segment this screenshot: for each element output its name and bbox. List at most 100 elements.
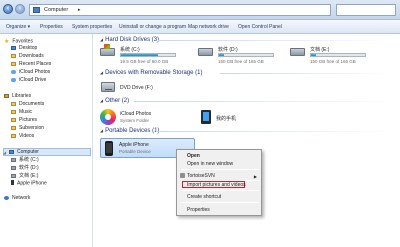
device-name: Apple iPhone (119, 142, 149, 148)
recent-places-icon (11, 61, 16, 66)
pictures-icon (11, 117, 16, 122)
forward-button[interactable]: › (15, 4, 25, 14)
group-removable-storage[interactable]: ◢ Devices with Removable Storage (1) (100, 70, 202, 76)
nav-computer[interactable]: ◢ Computer (3, 148, 91, 156)
collapse-arrow-icon[interactable]: ◢ (100, 128, 103, 133)
address-bar-region: ‹ › Computer ▸ (0, 0, 400, 20)
icloud-photos-icon[interactable] (100, 109, 116, 125)
nav-recent-places[interactable]: Recent Places (11, 61, 51, 67)
nav-icloud-drive[interactable]: iCloud Drive (11, 77, 46, 83)
navigation-pane: ★ Favorites Desktop Downloads Recent Plac… (0, 34, 93, 247)
menu-separator (181, 169, 259, 170)
drive-usage-bar (120, 53, 176, 57)
menu-tortoise-svn[interactable]: TortoiseSVN (187, 173, 215, 179)
breadcrumb-computer[interactable]: Computer (44, 7, 68, 13)
drive-size: 150 GB free of 165 GB (218, 59, 264, 64)
group-divider (156, 131, 394, 132)
search-input[interactable] (336, 4, 396, 16)
menu-separator (181, 202, 259, 203)
nav-drive-c[interactable]: 系统 (C:) (11, 156, 39, 163)
address-field[interactable]: Computer ▸ (29, 4, 331, 16)
drive-tile-e[interactable]: 文档 (E:) 150 GB free of 165 GB (290, 46, 380, 66)
my-phone-label[interactable]: 我的手机 (216, 115, 236, 122)
drive-icon (11, 157, 16, 162)
group-divider (220, 73, 394, 74)
drive-usage-bar (310, 53, 366, 57)
group-divider (134, 101, 394, 102)
nav-documents[interactable]: Documents (11, 101, 44, 107)
icloud-photos-icon (11, 69, 16, 74)
command-bar: Organize ▾ Properties System properties … (0, 20, 400, 34)
menu-open[interactable]: Open (187, 153, 200, 159)
drive-usage-fill (219, 54, 224, 56)
nav-downloads[interactable]: Downloads (11, 53, 44, 59)
group-portable-devices[interactable]: ◢ Portable Devices (1) (100, 128, 159, 134)
breadcrumb-separator[interactable]: ▸ (78, 7, 81, 13)
collapse-arrow-icon[interactable]: ◢ (100, 37, 103, 42)
downloads-icon (11, 53, 16, 58)
map-network-drive-button[interactable]: Map network drive (188, 24, 229, 30)
drive-name: 文档 (E:) (310, 47, 330, 53)
music-icon (11, 109, 16, 114)
nav-apple-iphone[interactable]: Apple iPhone (11, 180, 47, 187)
drive-tile-d[interactable]: 软件 (D:) 150 GB free of 165 GB (198, 46, 288, 66)
drive-icon (290, 48, 305, 56)
forward-arrow-icon: › (18, 5, 22, 12)
my-phone-icon[interactable] (201, 110, 211, 124)
system-drive-icon (100, 44, 115, 56)
group-divider (158, 40, 394, 41)
nav-favorites[interactable]: ★ Favorites (4, 38, 33, 46)
drive-usage-fill (311, 54, 316, 56)
nav-network[interactable]: Network (4, 195, 30, 201)
system-properties-button[interactable]: System properties (72, 24, 112, 30)
network-icon (4, 195, 9, 200)
desktop-icon (11, 45, 16, 50)
group-hard-disk-drives[interactable]: ◢ Hard Disk Drives (3) (100, 37, 159, 43)
star-icon: ★ (4, 39, 10, 45)
iphone-icon (105, 141, 113, 156)
collapse-arrow-icon[interactable]: ◢ (100, 70, 103, 75)
dvd-drive-icon[interactable] (101, 82, 115, 92)
menu-create-shortcut[interactable]: Create shortcut (187, 194, 221, 200)
drive-icon (11, 165, 16, 170)
properties-button[interactable]: Properties (40, 24, 63, 30)
drive-name: 软件 (D:) (218, 47, 238, 53)
nav-desktop[interactable]: Desktop (11, 45, 37, 51)
menu-separator (181, 190, 259, 191)
computer-icon (33, 7, 40, 13)
menu-import-pictures-videos[interactable]: Import pictures and videos (187, 182, 246, 188)
open-control-panel-button[interactable]: Open Control Panel (238, 24, 282, 30)
collapse-arrow-icon[interactable]: ◢ (100, 98, 103, 103)
collapse-arrow-icon[interactable]: ◢ (3, 150, 6, 155)
organize-button[interactable]: Organize ▾ (6, 24, 30, 30)
icloud-photos-label[interactable]: iCloud Photos (120, 111, 151, 117)
nav-icloud-photos[interactable]: iCloud Photos (11, 69, 50, 75)
computer-icon (9, 149, 14, 154)
back-arrow-icon: ‹ (6, 5, 10, 12)
back-button[interactable]: ‹ (3, 4, 13, 14)
group-other[interactable]: ◢ Other (2) (100, 98, 129, 104)
drive-size: 19.5 GB free of 60.0 GB (120, 59, 169, 64)
nav-pictures[interactable]: Pictures (11, 117, 37, 123)
menu-properties[interactable]: Properties (187, 207, 210, 213)
icloud-photos-sub: System Folder (120, 118, 150, 123)
dvd-drive-label[interactable]: DVD Drive (F:) (120, 85, 153, 91)
menu-open-new-window[interactable]: Open in new window (187, 161, 233, 167)
context-menu: Open Open in new window TortoiseSVN ▶ Im… (176, 149, 262, 216)
nav-drive-e[interactable]: 文档 (E:) (11, 172, 38, 179)
nav-music[interactable]: Music (11, 109, 32, 115)
nav-libraries[interactable]: Libraries (4, 93, 31, 99)
nav-drive-d[interactable]: 软件 (D:) (11, 164, 39, 171)
uninstall-button[interactable]: Uninstall or change a program (119, 24, 186, 30)
drive-usage-bar (218, 53, 274, 57)
drive-icon (11, 173, 16, 178)
subversion-icon (11, 125, 16, 130)
drive-name: 系统 (C:) (120, 47, 140, 53)
nav-videos[interactable]: Videos (11, 133, 34, 139)
device-type: Portable Device (119, 149, 151, 154)
documents-icon (11, 101, 16, 106)
drive-icon (198, 48, 213, 56)
videos-icon (11, 133, 16, 138)
drive-tile-c[interactable]: 系统 (C:) 19.5 GB free of 60.0 GB (100, 44, 190, 66)
nav-subversion[interactable]: Subversion (11, 125, 44, 131)
